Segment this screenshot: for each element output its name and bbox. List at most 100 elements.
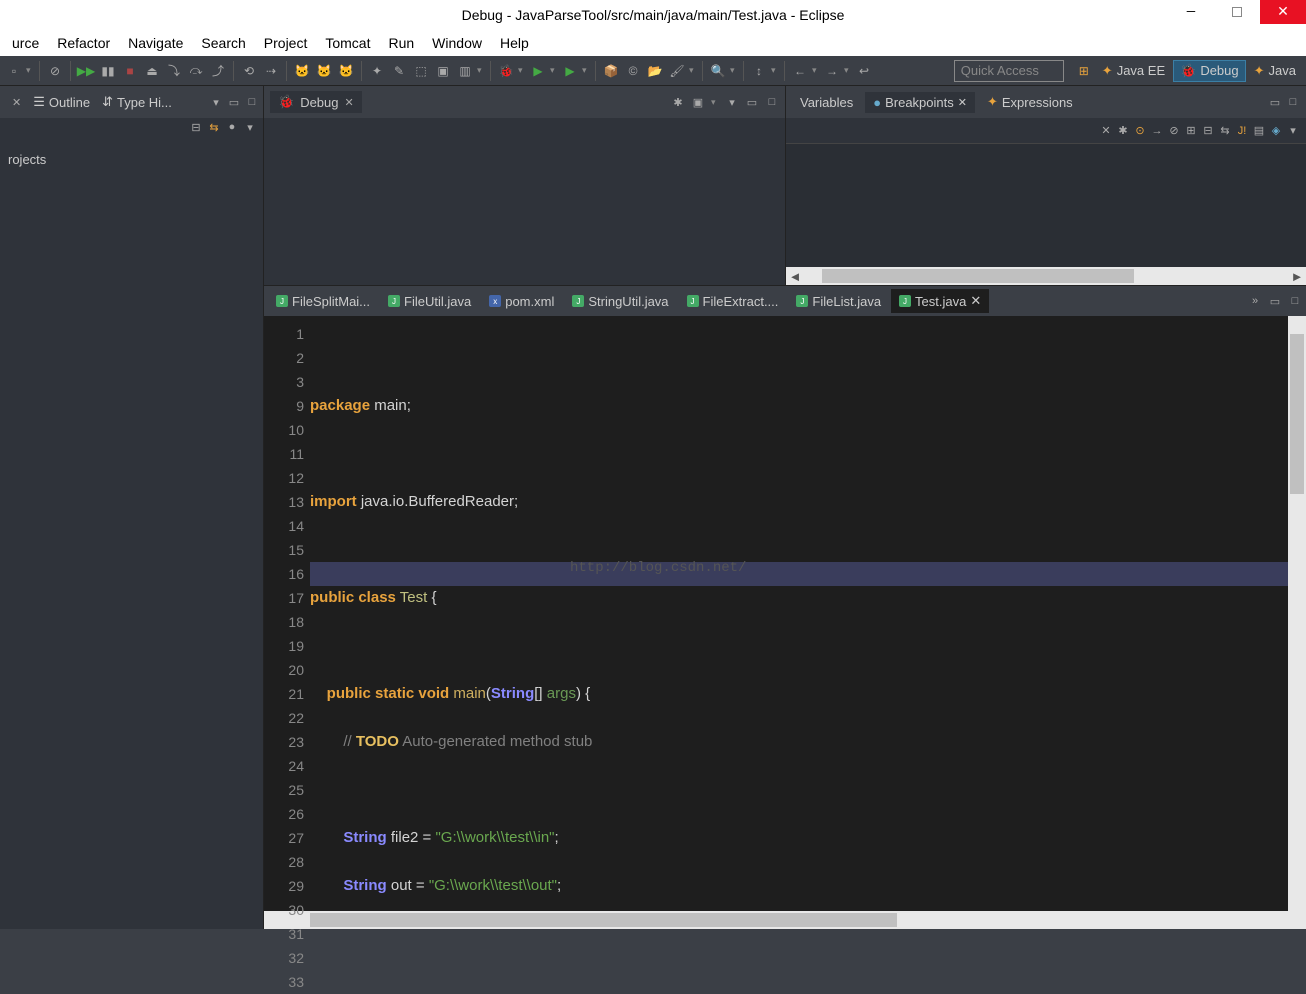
back-icon[interactable]: ← — [790, 61, 810, 81]
debug-icon[interactable]: 🐞 — [496, 61, 516, 81]
step-filter-icon[interactable]: ⇢ — [261, 61, 281, 81]
step-over-icon[interactable]: ⤼ — [186, 61, 206, 81]
menu-project[interactable]: Project — [256, 32, 316, 54]
view-menu-icon[interactable]: ▾ — [209, 95, 223, 109]
tomcat-restart-icon[interactable]: 🐱 — [336, 61, 356, 81]
menu-window[interactable]: Window — [424, 32, 490, 54]
skip-icon[interactable]: ⊘ — [1167, 124, 1181, 138]
minimize-editor-icon[interactable]: ▭ — [1268, 294, 1282, 308]
link-editor-icon[interactable]: ⇆ — [207, 120, 221, 134]
horizontal-scrollbar[interactable]: ◄► — [786, 267, 1306, 285]
debug-tab[interactable]: 🐞 Debug ✕ — [270, 91, 362, 113]
tab-breakpoints[interactable]: ●Breakpoints✕ — [865, 92, 975, 113]
minimize-button[interactable]: — — [1168, 0, 1214, 24]
perspective-java[interactable]: ✦Java — [1248, 60, 1302, 82]
run-icon[interactable]: ▶ — [528, 61, 548, 81]
view-menu-icon[interactable]: ▾ — [725, 95, 739, 109]
resume-icon[interactable]: ▶▶ — [76, 61, 96, 81]
open-type-icon[interactable]: 📂 — [645, 61, 665, 81]
menu-tomcat[interactable]: Tomcat — [317, 32, 378, 54]
disconnect-icon[interactable]: ⏏ — [142, 61, 162, 81]
layout-icon[interactable]: ▥ — [455, 61, 475, 81]
perspective-javaee[interactable]: ✦Java EE — [1096, 60, 1171, 82]
forward-icon[interactable]: → — [822, 61, 842, 81]
perspective-debug[interactable]: 🐞Debug — [1173, 60, 1246, 82]
debug-layout-icon[interactable]: ▣ — [691, 95, 705, 109]
wand-icon[interactable]: ✎ — [389, 61, 409, 81]
focus-icon[interactable]: ● — [225, 120, 239, 134]
search-icon[interactable]: 🔍 — [708, 61, 728, 81]
close-icon[interactable]: ✕ — [345, 96, 354, 109]
new-package-icon[interactable]: 📦 — [601, 61, 621, 81]
view-menu2-icon[interactable]: ▾ — [243, 120, 257, 134]
remove-all-icon[interactable]: ✱ — [1116, 124, 1130, 138]
new-icon[interactable]: ✦ — [367, 61, 387, 81]
expand-icon[interactable]: ⊞ — [1184, 124, 1198, 138]
menu-help[interactable]: Help — [492, 32, 537, 54]
last-edit-icon[interactable]: ↩ — [854, 61, 874, 81]
tab-expressions[interactable]: ✦Expressions — [979, 91, 1081, 113]
tab-outline[interactable]: ☰Outline — [27, 90, 96, 114]
tab-testjava[interactable]: JTest.java✕ — [891, 289, 989, 313]
menu-refactor[interactable]: Refactor — [49, 32, 118, 54]
coverage-icon[interactable]: ▶ — [560, 61, 580, 81]
vertical-scrollbar[interactable] — [1288, 316, 1306, 911]
step-into-icon[interactable]: ⤵ — [164, 61, 184, 81]
code-editor[interactable]: 1239 10111213 14151617 18192021 22232425… — [264, 316, 1306, 911]
step-return-icon[interactable]: ⤴ — [208, 61, 228, 81]
menu-search[interactable]: Search — [193, 32, 253, 54]
menu-navigate[interactable]: Navigate — [120, 32, 191, 54]
close-icon[interactable]: ✕ — [958, 96, 967, 109]
suspend-icon[interactable]: ▮▮ — [98, 61, 118, 81]
minimize-view-icon[interactable]: ▭ — [1268, 95, 1282, 109]
skip-breakpoints-icon[interactable]: ⊘ — [45, 61, 65, 81]
quick-access-input[interactable]: Quick Access — [954, 60, 1064, 82]
terminate-icon[interactable]: ■ — [120, 61, 140, 81]
close-button[interactable]: ✕ — [1260, 0, 1306, 24]
filter-icon[interactable]: ▤ — [1252, 124, 1266, 138]
java-file-icon: J — [899, 295, 911, 307]
tab-variables[interactable]: Variables — [792, 92, 861, 113]
tab-filelist[interactable]: JFileList.java — [788, 290, 889, 313]
tab-stringutil[interactable]: JStringUtil.java — [564, 290, 676, 313]
debug-view: 🐞 Debug ✕ ✱ ▣▾ ▾ ▭ □ — [264, 86, 786, 285]
paint-icon[interactable]: 🖌 — [667, 61, 687, 81]
show-types-icon[interactable]: ⊙ — [1133, 124, 1147, 138]
minimize-view-icon[interactable]: ▭ — [745, 95, 759, 109]
collapse-all-icon[interactable]: ⊟ — [189, 120, 203, 134]
console-icon[interactable]: ▣ — [433, 61, 453, 81]
view-menu-icon[interactable]: ▾ — [1286, 124, 1300, 138]
goto-icon[interactable]: → — [1150, 124, 1164, 138]
tab-filesplitmain[interactable]: JFileSplitMai... — [268, 290, 378, 313]
maximize-view-icon[interactable]: □ — [245, 95, 259, 109]
menu-run[interactable]: Run — [380, 32, 422, 54]
menu-source[interactable]: urce — [4, 32, 47, 54]
nav-icon[interactable]: ↕ — [749, 61, 769, 81]
toolbar-icon[interactable]: ▫ — [4, 61, 24, 81]
editor-horizontal-scrollbar[interactable] — [264, 911, 1306, 929]
bp-add-icon[interactable]: J! — [1235, 124, 1249, 138]
tab-pomxml[interactable]: xpom.xml — [481, 290, 562, 313]
close-icon[interactable]: ✕ — [970, 293, 981, 309]
tab-unknown[interactable]: ✕ — [4, 92, 27, 113]
tab-type-hierarchy[interactable]: ⇵Type Hi... — [96, 90, 178, 114]
new-class-icon[interactable]: © — [623, 61, 643, 81]
save-icon[interactable]: ⬚ — [411, 61, 431, 81]
link-icon[interactable]: ⇆ — [1218, 124, 1232, 138]
remove-icon[interactable]: ✕ — [1099, 124, 1113, 138]
tomcat-stop-icon[interactable]: 🐱 — [314, 61, 334, 81]
tab-fileextract[interactable]: JFileExtract.... — [679, 290, 787, 313]
remove-launch-icon[interactable]: ✱ — [671, 95, 685, 109]
maximize-view-icon[interactable]: □ — [765, 95, 779, 109]
tab-fileutil[interactable]: JFileUtil.java — [380, 290, 479, 313]
tomcat-start-icon[interactable]: 🐱 — [292, 61, 312, 81]
maximize-editor-icon[interactable]: □ — [1288, 294, 1302, 308]
drop-frame-icon[interactable]: ⟲ — [239, 61, 259, 81]
maximize-view-icon[interactable]: □ — [1286, 95, 1300, 109]
working-set-icon[interactable]: ◈ — [1269, 124, 1283, 138]
show-list-icon[interactable]: » — [1248, 294, 1262, 308]
open-perspective-icon[interactable]: ⊞ — [1074, 61, 1094, 81]
collapse-icon[interactable]: ⊟ — [1201, 124, 1215, 138]
minimize-view-icon[interactable]: ▭ — [227, 95, 241, 109]
maximize-button[interactable] — [1214, 0, 1260, 24]
